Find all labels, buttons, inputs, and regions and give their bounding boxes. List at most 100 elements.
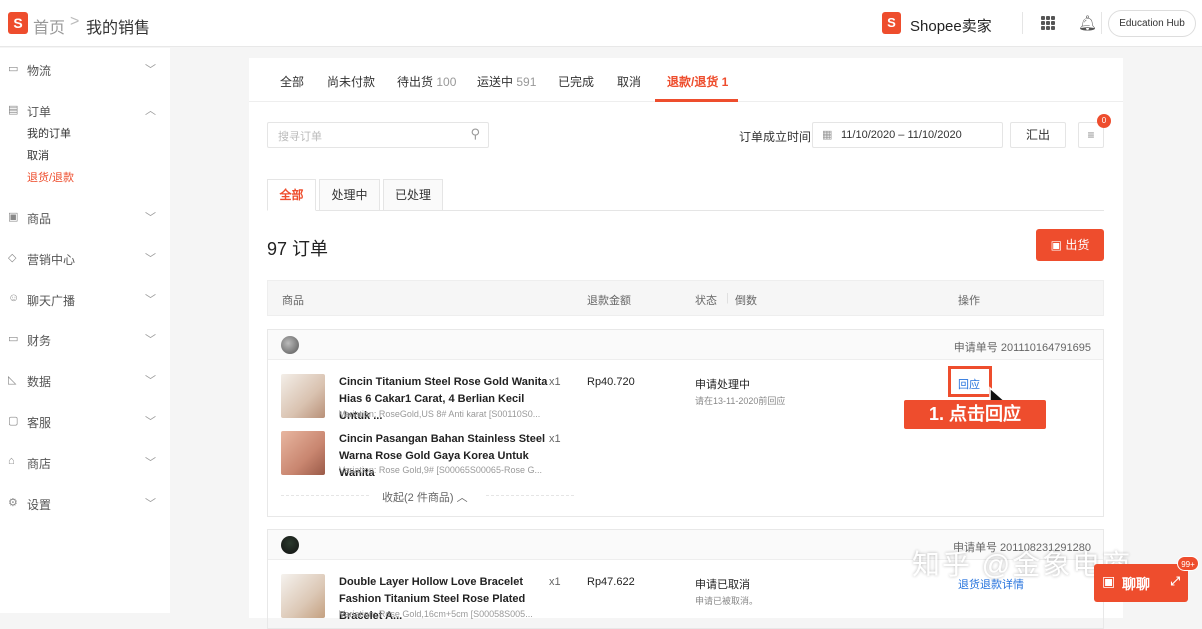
- th-refund-amount: 退款金额: [587, 295, 631, 307]
- chat-label: 聊聊: [1122, 576, 1150, 592]
- application-number: 申请单号 201110164791695: [953, 342, 1091, 354]
- seller-logo-icon: S: [882, 12, 901, 34]
- subtab-processing[interactable]: 处理中: [319, 179, 380, 211]
- shopee-logo-icon[interactable]: S: [8, 12, 28, 34]
- divider: [1022, 12, 1023, 34]
- status-subtabs: 全部 处理中 已处理: [267, 179, 1104, 211]
- avatar[interactable]: [281, 536, 299, 554]
- refund-amount: Rp40.720: [587, 376, 635, 388]
- chat-bubble-icon: ▣: [1102, 573, 1116, 589]
- sidebar-item-orders[interactable]: ▤ 订单 ︿: [8, 101, 160, 121]
- sidebar-item-support[interactable]: ▢ 客服 ﹀: [8, 412, 160, 432]
- product-image[interactable]: [281, 431, 325, 475]
- breadcrumb-home[interactable]: 首页: [33, 14, 65, 38]
- expand-icon[interactable]: ⤢: [1170, 574, 1180, 589]
- tab-unpaid[interactable]: 尚未付款: [327, 73, 375, 90]
- search-icon[interactable]: ⚲: [470, 126, 480, 142]
- wallet-icon: ▭: [8, 333, 19, 345]
- table-header: 商品 退款金额 状态 | 倒数 操作: [267, 280, 1104, 316]
- sidebar-item-label: 财务: [27, 334, 52, 348]
- chevron-up-icon: ︿: [145, 105, 156, 117]
- support-icon: ▢: [8, 415, 19, 427]
- ship-button-label: 出货: [1065, 238, 1090, 252]
- search-input[interactable]: 搜寻订单 ⚲: [267, 122, 489, 148]
- page-title: 我的销售: [86, 20, 151, 37]
- sidebar-item-label: 数据: [27, 375, 52, 389]
- printer-icon: ▣: [1050, 238, 1062, 252]
- product-qty: x1: [549, 376, 561, 388]
- divider: [486, 495, 574, 496]
- order-count: 97 订单: [267, 239, 329, 259]
- subtab-processed[interactable]: 已处理: [383, 179, 443, 211]
- active-tab-underline: [655, 99, 738, 102]
- sidebar-item-label: 聊天广播: [27, 294, 76, 308]
- product-image[interactable]: [281, 574, 325, 618]
- chevron-down-icon: ﹀: [145, 416, 156, 428]
- sidebar-item-label: 物流: [27, 64, 52, 78]
- order-card-header: 申请单号 201110164791695: [268, 330, 1103, 360]
- product-icon: ▣: [8, 211, 19, 223]
- sidebar-item-finance[interactable]: ▭ 财务 ﹀: [8, 330, 160, 350]
- chat-button[interactable]: ▣ 聊聊 ⤢: [1094, 564, 1188, 602]
- export-button[interactable]: 汇出: [1010, 122, 1066, 148]
- tab-returns[interactable]: 退款/退货 1: [667, 73, 728, 90]
- sidebar-sub-returns[interactable]: 退货/退款: [27, 169, 74, 185]
- tag-icon: ◇: [8, 252, 17, 264]
- product-variation: Variation: RoseGold,US 8# Anti karat [S0…: [339, 409, 541, 419]
- chevron-down-icon: ﹀: [145, 253, 156, 265]
- refund-status-note: 申请已被取消。: [695, 596, 759, 606]
- sidebar-item-products[interactable]: ▣ 商品 ﹀: [8, 208, 160, 228]
- refund-status: 申请已取消: [695, 579, 750, 591]
- sidebar-sub-cancel[interactable]: 取消: [27, 147, 49, 163]
- tab-cancelled[interactable]: 取消: [617, 73, 641, 90]
- date-label: 订单成立时间: [739, 130, 812, 144]
- divider: [281, 495, 369, 496]
- sidebar-item-marketing[interactable]: ◇ 营销中心 ﹀: [8, 249, 160, 269]
- refund-status: 申请处理中: [695, 379, 750, 391]
- order-icon: ▤: [8, 104, 19, 116]
- chevron-down-icon: ﹀: [145, 294, 156, 306]
- apps-grid-icon[interactable]: [1041, 16, 1055, 30]
- sidebar-item-label: 订单: [27, 105, 52, 119]
- divider: [1101, 12, 1102, 34]
- th-action: 操作: [958, 295, 980, 307]
- tutorial-annotation: 1. 点击回应: [904, 400, 1046, 429]
- product-variation: Variation: Rose Gold,16cm+5cm [S00058S00…: [339, 609, 533, 619]
- sidebar-item-logistics[interactable]: ▭ 物流 ﹀: [8, 60, 160, 80]
- subtab-all[interactable]: 全部: [267, 179, 316, 211]
- sidebar-item-chat[interactable]: ☺ 聊天广播 ﹀: [8, 290, 160, 310]
- seller-brand: Shopee卖家: [910, 18, 992, 35]
- education-hub-button[interactable]: Education Hub: [1108, 10, 1196, 37]
- sidebar-item-shop[interactable]: ⌂ 商店 ﹀: [8, 453, 160, 473]
- sidebar-item-settings[interactable]: ⚙ 设置 ﹀: [8, 494, 160, 514]
- search-placeholder: 搜寻订单: [278, 131, 322, 143]
- product-image[interactable]: [281, 374, 325, 418]
- chat-badge: 99+: [1177, 556, 1199, 571]
- sidebar: ▭ 物流 ﹀ ▤ 订单 ︿ 我的订单 取消 退货/退款 ▣ 商品 ﹀ ◇ 营销中…: [0, 48, 170, 613]
- avatar[interactable]: [281, 336, 299, 354]
- th-countdown: 倒数: [735, 295, 757, 307]
- chat-icon: ☺: [8, 292, 20, 304]
- product-qty: x1: [549, 576, 561, 588]
- tab-completed[interactable]: 已完成: [558, 73, 594, 90]
- refund-amount: Rp47.622: [587, 576, 635, 588]
- chevron-up-icon: ︿: [456, 492, 468, 504]
- tab-to-ship[interactable]: 待出货 100: [397, 73, 456, 90]
- date-range-value: 11/10/2020 – 11/10/2020: [841, 129, 962, 141]
- sidebar-item-data[interactable]: ◺ 数据 ﹀: [8, 371, 160, 391]
- sidebar-sub-my-orders[interactable]: 我的订单: [27, 125, 71, 141]
- date-range-picker[interactable]: ▦ 11/10/2020 – 11/10/2020: [812, 122, 1003, 148]
- tab-shipping[interactable]: 运送中 591: [477, 73, 536, 90]
- gear-icon: ⚙: [8, 497, 18, 509]
- chevron-down-icon: ﹀: [145, 375, 156, 387]
- th-product: 商品: [282, 295, 304, 307]
- bell-icon[interactable]: 🔔︎: [1078, 14, 1097, 32]
- collapse-toggle[interactable]: 收起(2 件商品) ︿: [382, 489, 468, 505]
- main-panel: 全部 尚未付款 待出货 100 运送中 591 已完成 取消 退款/退货 1 搜…: [249, 58, 1123, 629]
- highlight-box: [948, 366, 992, 397]
- product-qty: x1: [549, 433, 561, 445]
- tab-all[interactable]: 全部: [280, 73, 304, 90]
- truck-icon: ▭: [8, 63, 19, 75]
- ship-button[interactable]: ▣ 出货: [1036, 229, 1104, 261]
- order-tabs: 全部 尚未付款 待出货 100 运送中 591 已完成 取消 退款/退货 1: [249, 58, 1123, 102]
